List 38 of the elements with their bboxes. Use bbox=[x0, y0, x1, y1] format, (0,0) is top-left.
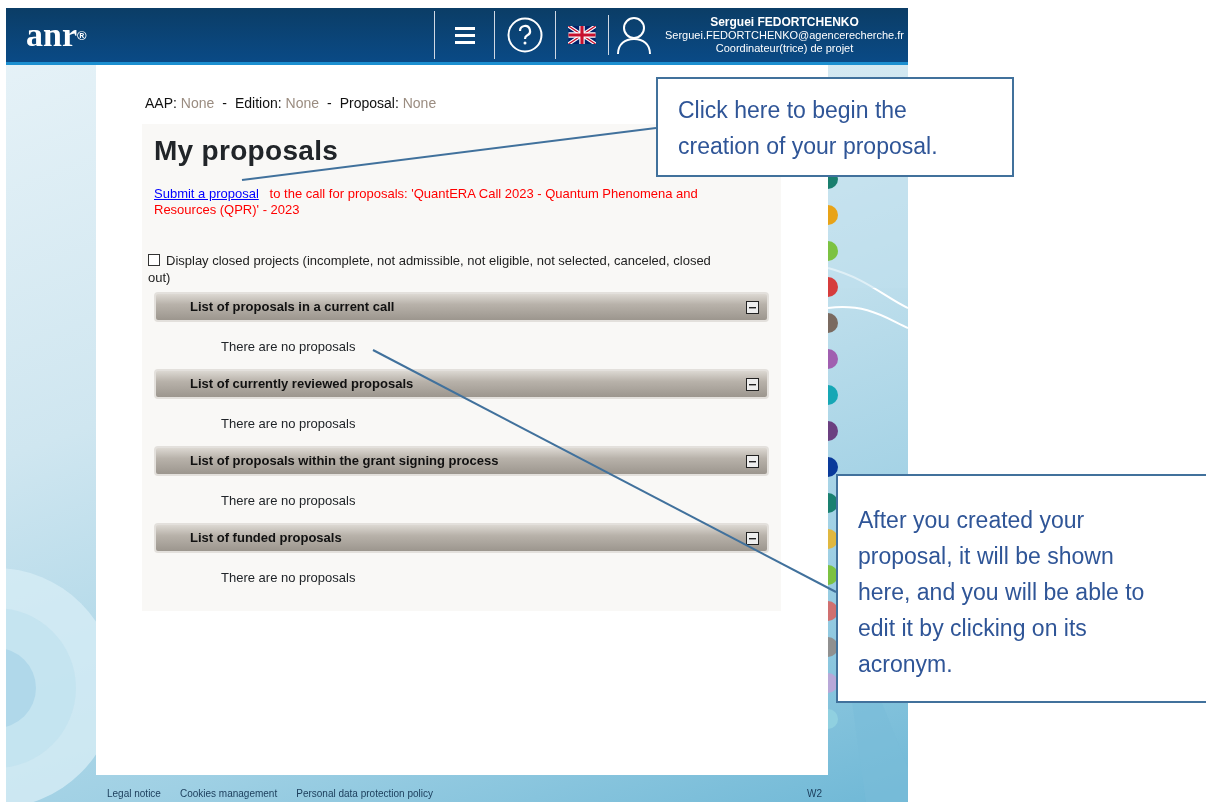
empty-message: There are no proposals bbox=[220, 569, 357, 587]
logo: anr$^{®}$ bbox=[26, 18, 87, 52]
context-label: Proposal: bbox=[339, 95, 399, 111]
separator-text: - bbox=[327, 95, 332, 111]
help-icon[interactable] bbox=[507, 17, 543, 53]
version-text: W2 bbox=[807, 787, 822, 801]
collapse-icon[interactable] bbox=[746, 454, 759, 468]
page-title: My proposals bbox=[154, 134, 339, 166]
collapse-icon[interactable] bbox=[746, 531, 759, 545]
user-role: Coordinateur(trice) de projet bbox=[714, 41, 855, 55]
section-header[interactable]: List of proposals in a current call bbox=[154, 292, 769, 322]
user-name: Serguei FEDORTCHENKO bbox=[709, 15, 860, 29]
section-header[interactable]: List of proposals within the grant signing process bbox=[154, 446, 769, 476]
context-value: None bbox=[180, 95, 215, 111]
empty-message: There are no proposals bbox=[220, 415, 357, 433]
footer-link[interactable]: Cookies management bbox=[179, 786, 278, 801]
menu-icon[interactable] bbox=[454, 26, 475, 44]
collapse-icon[interactable] bbox=[746, 377, 759, 391]
context-value: None bbox=[285, 95, 319, 111]
section-header[interactable]: List of currently reviewed proposals bbox=[154, 369, 769, 399]
footer-link[interactable]: Legal notice bbox=[107, 786, 161, 801]
empty-message: There are no proposals bbox=[220, 338, 357, 356]
collapse-icon[interactable] bbox=[746, 300, 759, 314]
flag-icon[interactable] bbox=[568, 26, 596, 44]
empty-message: There are no proposals bbox=[220, 492, 357, 510]
context-value: None bbox=[402, 95, 437, 111]
call-notice: Submit a proposal to the call for proposals: 'QuantERA Call 2023 - Quantum Phenomena and Resources (QPR)' - 2023 bbox=[154, 186, 699, 218]
section-header[interactable]: List of funded proposals bbox=[154, 523, 769, 553]
user-icon[interactable] bbox=[616, 15, 652, 55]
context-label: AAP: bbox=[145, 95, 177, 111]
closed-projects-checkbox[interactable]: Display closed projects (incomplete, not admissible, not eligible, not selected, canceled, closed out) bbox=[142, 252, 769, 286]
separator-text: - bbox=[222, 95, 227, 111]
callout-box: Click here to begin the creation of your proposal. bbox=[656, 77, 1014, 177]
footer-link[interactable]: Personal data protection policy bbox=[296, 786, 433, 801]
user-email: Serguei.FEDORTCHENKO@agencerecherche.fr bbox=[665, 28, 904, 42]
context-label: Edition: bbox=[234, 95, 282, 111]
submit-link[interactable]: Submit a proposal bbox=[154, 186, 259, 201]
callout-box: After you created your proposal, it will be shown here, and you will be able to edit it by clicking on its acronym. bbox=[836, 474, 1206, 703]
